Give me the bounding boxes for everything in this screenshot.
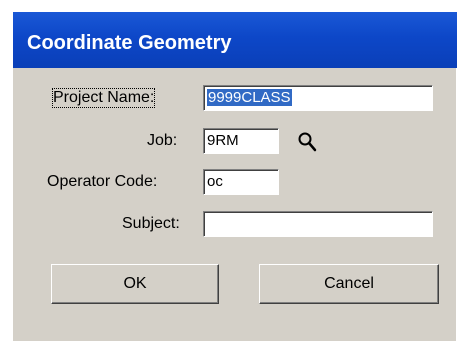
window-title: Coordinate Geometry [27, 32, 232, 54]
ok-button[interactable]: OK [51, 264, 219, 304]
search-icon[interactable] [297, 131, 317, 153]
job-label: Job: [147, 132, 178, 149]
cancel-button[interactable]: Cancel [259, 264, 439, 304]
operator-code-field[interactable]: oc [203, 169, 279, 195]
operator-code-label: Operator Code: [47, 173, 158, 190]
title-bar: Coordinate Geometry [13, 12, 457, 68]
job-field[interactable]: 9RM [203, 128, 279, 154]
project-name-label: Project Name: [51, 88, 156, 108]
project-name-field[interactable]: 9999CLASS [203, 85, 433, 111]
project-name-value: 9999CLASS [207, 89, 292, 106]
coordinate-geometry-dialog: Coordinate Geometry Project Name: 9999CL… [12, 12, 457, 341]
subject-label: Subject: [122, 215, 180, 232]
subject-field[interactable] [203, 211, 433, 237]
